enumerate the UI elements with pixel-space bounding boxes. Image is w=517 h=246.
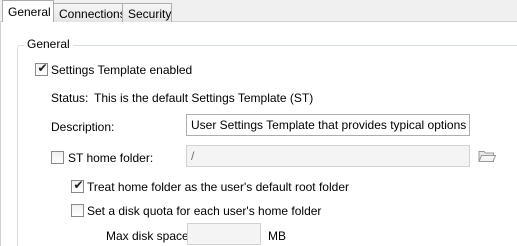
settings-template-enabled-label: Settings Template enabled [51, 63, 193, 77]
max-disk-space-input[interactable] [187, 223, 261, 245]
tab-connections[interactable]: Connections [53, 3, 126, 22]
checkmark-icon: ✔ [37, 61, 48, 75]
status-label: Status: [51, 91, 89, 105]
settings-template-enabled-checkbox[interactable]: ✔ [35, 61, 48, 76]
treat-home-root-label: Treat home folder as the user's default … [87, 180, 349, 194]
status-value: This is the default Settings Template (S… [94, 91, 314, 105]
max-disk-space-label: Max disk space: [106, 229, 193, 243]
folder-icon[interactable] [478, 149, 496, 163]
max-disk-space-unit: MB [268, 229, 286, 243]
st-home-folder-label: ST home folder: [68, 151, 154, 165]
checkmark-icon: ✔ [73, 178, 84, 192]
st-home-folder-checkbox[interactable] [51, 151, 64, 164]
treat-home-root-checkbox[interactable]: ✔ [71, 178, 84, 193]
tab-security[interactable]: Security [122, 3, 172, 22]
disk-quota-label: Set a disk quota for each user's home fo… [87, 204, 322, 218]
tab-general[interactable]: General [2, 0, 54, 22]
disk-quota-checkbox[interactable] [71, 204, 84, 217]
tab-bar: General Connections Security [0, 0, 517, 22]
description-input[interactable]: User Settings Template that provides typ… [186, 114, 470, 136]
group-box-legend: General [24, 37, 73, 51]
st-home-folder-input[interactable]: / [186, 145, 470, 167]
description-label: Description: [51, 120, 115, 134]
